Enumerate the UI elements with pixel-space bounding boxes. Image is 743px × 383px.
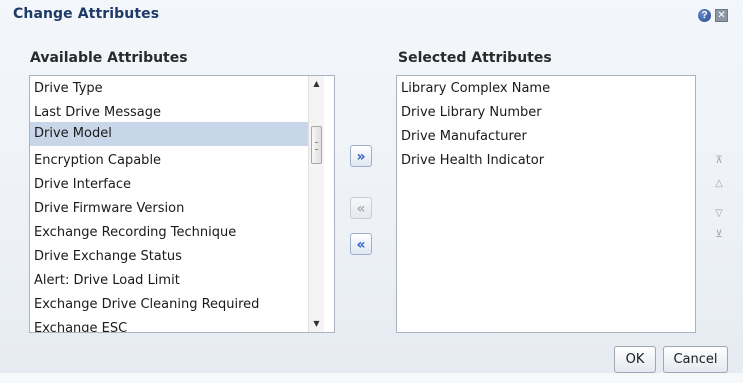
available-attributes-list[interactable]: Drive Type Last Drive Message Drive Mode…	[29, 75, 335, 333]
list-item[interactable]: Library Complex Name	[401, 77, 550, 101]
list-item[interactable]: Exchange Recording Technique	[34, 221, 236, 245]
scroll-down-arrow-icon[interactable]: ▼	[309, 316, 324, 332]
list-item[interactable]: Exchange ESC	[34, 317, 127, 332]
list-item[interactable]: Drive Interface	[34, 173, 131, 197]
cancel-button[interactable]: Cancel	[663, 346, 728, 373]
bottom-strip	[0, 373, 743, 383]
list-item[interactable]: Drive Library Number	[401, 101, 542, 125]
list-item[interactable]: Exchange Drive Cleaning Required	[34, 293, 259, 317]
selected-attributes-heading: Selected Attributes	[398, 50, 552, 66]
close-icon[interactable]: ✕	[715, 9, 728, 22]
list-item[interactable]: Drive Firmware Version	[34, 197, 184, 221]
list-item-selected[interactable]: Drive Model	[30, 122, 308, 146]
move-selected-button[interactable]: »	[350, 145, 372, 167]
scroll-thumb[interactable]	[311, 126, 322, 164]
vertical-scrollbar[interactable]: ▲ ▼	[308, 76, 324, 332]
list-item[interactable]: Drive Health Indicator	[401, 149, 544, 173]
list-item[interactable]: Drive Manufacturer	[401, 125, 527, 149]
dialog-title: Change Attributes	[13, 6, 160, 22]
scroll-up-arrow-icon[interactable]: ▲	[309, 76, 324, 92]
ok-button[interactable]: OK	[614, 346, 656, 373]
list-item[interactable]: Encryption Capable	[34, 149, 161, 173]
list-item[interactable]: Drive Type	[34, 77, 103, 101]
change-attributes-dialog: Change Attributes ? ✕ Available Attribut…	[0, 0, 743, 383]
move-to-bottom-icon[interactable]: ⊻	[712, 228, 726, 242]
help-icon[interactable]: ?	[698, 9, 711, 22]
available-attributes-heading: Available Attributes	[30, 50, 188, 66]
remove-selected-button[interactable]: «	[350, 197, 372, 219]
selected-attributes-list[interactable]: Library Complex Name Drive Library Numbe…	[396, 75, 696, 333]
remove-all-button[interactable]: «	[350, 233, 372, 255]
move-up-icon[interactable]: △	[712, 177, 726, 191]
list-item[interactable]: Alert: Drive Load Limit	[34, 269, 180, 293]
move-down-icon[interactable]: ▽	[712, 207, 726, 221]
list-item[interactable]: Drive Exchange Status	[34, 245, 182, 269]
move-to-top-icon[interactable]: ⊼	[712, 154, 726, 168]
